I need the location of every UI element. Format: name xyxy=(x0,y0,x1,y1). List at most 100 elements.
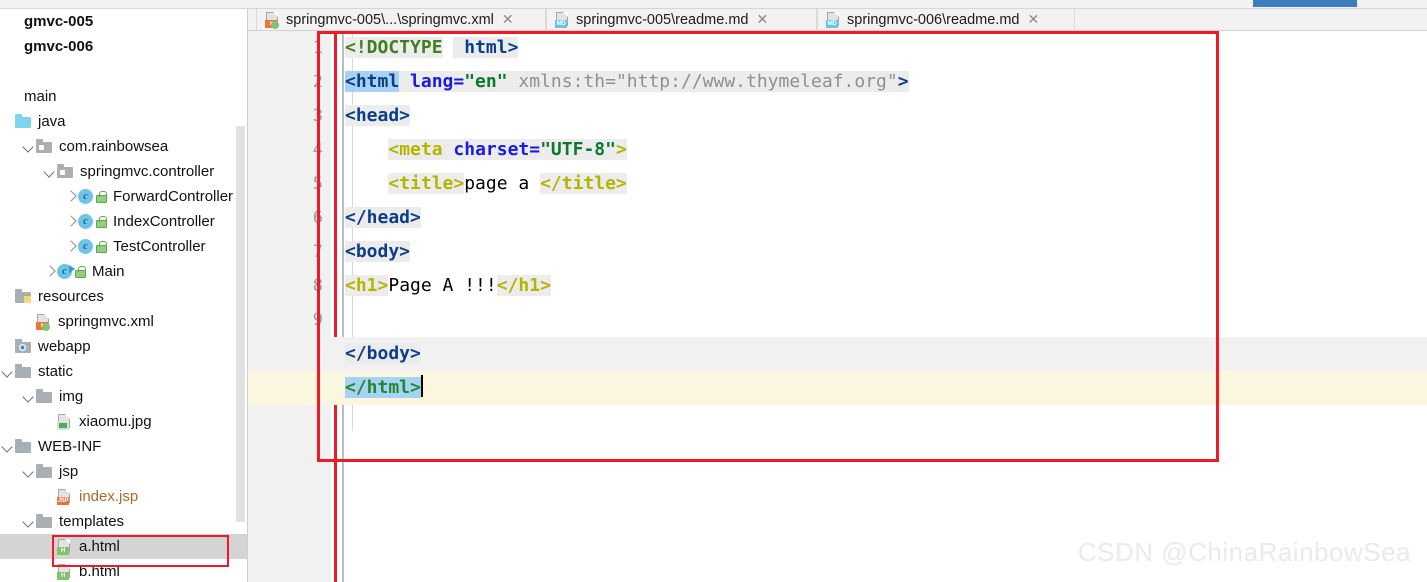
tree-item-label: Main xyxy=(92,263,125,280)
editor-tab-2[interactable]: MD springmvc-006\readme.md ✕ xyxy=(817,9,1075,31)
sidebar-scrollbar[interactable] xyxy=(236,126,245,522)
tree-item-label: ForwardController xyxy=(113,188,234,205)
tree-item-indexcontroller[interactable]: c IndexController xyxy=(0,209,248,234)
code-line-text: </body> xyxy=(345,343,421,364)
project-tree-panel[interactable]: gmvc-005 gmvc-006 main java com.rainbowsea sp… xyxy=(0,9,248,582)
tree-item-webapp[interactable]: webapp xyxy=(0,334,248,359)
jsp-file-icon: JSP xyxy=(57,488,72,505)
code-line-text: <html lang="en" xmlns:th="http://www.thy… xyxy=(345,71,909,92)
tree-item-index-jsp[interactable]: JSP index.jsp xyxy=(0,484,248,509)
tree-item-blank[interactable] xyxy=(0,59,248,84)
tree-item-label: webapp xyxy=(38,338,91,355)
tree-item-gmvc-006[interactable]: gmvc-006 xyxy=(0,34,248,59)
tree-item-web-inf[interactable]: WEB-INF xyxy=(0,434,248,459)
tree-item-label: static xyxy=(38,363,74,380)
tree-item-main[interactable]: main xyxy=(0,84,248,109)
top-progress-indicator[interactable] xyxy=(1253,0,1357,7)
chevron-right-icon[interactable] xyxy=(65,240,78,253)
chevron-down-icon[interactable] xyxy=(2,365,15,378)
folder-icon xyxy=(36,514,52,528)
tree-item-jsp[interactable]: jsp xyxy=(0,459,248,484)
tree-item-a-html[interactable]: Ha.html xyxy=(0,534,248,559)
tab-close-icon[interactable]: ✕ xyxy=(1027,13,1039,27)
tree-item-b-html[interactable]: Hb.html xyxy=(0,559,248,582)
code-line-9[interactable] xyxy=(248,303,1427,337)
tree-item-java[interactable]: java xyxy=(0,109,248,134)
folder-icon xyxy=(36,389,52,403)
java-class-icon: c xyxy=(78,189,93,204)
ide-window: gmvc-005 gmvc-006 main java com.rainbowsea sp… xyxy=(0,0,1427,582)
xml-file-icon: x xyxy=(36,313,51,331)
md-file-icon: MD xyxy=(555,12,570,28)
package-icon xyxy=(36,139,52,153)
code-line-10[interactable]: </body> xyxy=(248,337,1427,371)
tree-item-static[interactable]: static xyxy=(0,359,248,384)
resources-folder-icon xyxy=(15,289,31,303)
tree-item-forwardcontroller[interactable]: c ForwardController xyxy=(0,184,248,209)
tab-close-icon[interactable]: ✕ xyxy=(756,13,768,27)
chevron-right-icon[interactable] xyxy=(44,265,57,278)
source-folder-icon xyxy=(15,114,31,128)
tab-label: springmvc-005\...\springmvc.xml xyxy=(286,12,494,28)
editor-tab-bar[interactable]: x springmvc-005\...\springmvc.xml ✕ MD sprin… xyxy=(248,9,1427,31)
image-file-icon xyxy=(57,413,72,430)
chevron-down-icon[interactable] xyxy=(23,140,36,153)
tree-item-label: jsp xyxy=(59,463,79,480)
chevron-down-icon[interactable] xyxy=(2,440,15,453)
code-line-7[interactable]: <body> xyxy=(248,235,1427,269)
tree-item-label: springmvc.xml xyxy=(58,313,154,330)
tree-item-resources[interactable]: resources xyxy=(0,284,248,309)
editor-tab-1[interactable]: MD springmvc-005\readme.md ✕ xyxy=(546,9,817,31)
code-lines[interactable]: <!DOCTYPE html> <html lang="en" xmlns:th=… xyxy=(248,31,1427,582)
code-line-text: <meta charset="UTF-8"> xyxy=(388,139,627,160)
code-line-2[interactable]: <html lang="en" xmlns:th="http://www.thy… xyxy=(248,65,1427,99)
code-line-3[interactable]: <head> xyxy=(248,99,1427,133)
tree-item-springmvc-xml[interactable]: x springmvc.xml xyxy=(0,309,248,334)
code-line-8[interactable]: <h1>Page A !!!</h1> xyxy=(248,269,1427,303)
chevron-down-icon[interactable] xyxy=(23,465,36,478)
chevron-right-icon[interactable] xyxy=(65,215,78,228)
runnable-class-icon: c xyxy=(57,264,75,279)
tree-item-img[interactable]: img xyxy=(0,384,248,409)
tree-item-com-rainbowsea[interactable]: com.rainbowsea xyxy=(0,134,248,159)
tree-item-label: gmvc-005 xyxy=(24,13,94,30)
java-class-icon: c xyxy=(78,214,93,229)
tree-item-springmvc-controller[interactable]: springmvc.controller xyxy=(0,159,248,184)
tree-item-gmvc-005[interactable]: gmvc-005 xyxy=(0,9,248,34)
chevron-down-icon[interactable] xyxy=(23,515,36,528)
folder-icon xyxy=(36,464,52,478)
code-line-6[interactable]: </head> xyxy=(248,201,1427,235)
folder-icon xyxy=(15,439,31,453)
tree-item-label: com.rainbowsea xyxy=(59,138,169,155)
code-editor[interactable]: 1234567891011 <!DOCTYPE html><html lang=… xyxy=(248,31,1427,582)
project-tree[interactable]: gmvc-005 gmvc-006 main java com.rainbowsea sp… xyxy=(0,9,248,582)
chevron-down-icon[interactable] xyxy=(23,390,36,403)
tree-item-xiaomu-jpg[interactable]: xiaomu.jpg xyxy=(0,409,248,434)
code-line-text: <head> xyxy=(345,105,411,126)
code-line-4[interactable]: <meta charset="UTF-8"> xyxy=(248,133,1427,167)
tree-item-label: index.jsp xyxy=(79,488,139,505)
html-file-icon: H xyxy=(57,538,72,555)
tree-item-label: java xyxy=(38,113,66,130)
tree-item-testcontroller[interactable]: c TestController xyxy=(0,234,248,259)
chevron-right-icon[interactable] xyxy=(65,190,78,203)
editor-tab-0[interactable]: x springmvc-005\...\springmvc.xml ✕ xyxy=(256,9,546,31)
public-lock-icon xyxy=(96,215,107,228)
tree-item-main[interactable]: c Main xyxy=(0,259,248,284)
code-line-1[interactable]: <!DOCTYPE html> xyxy=(248,31,1427,65)
code-line-11[interactable]: </html> xyxy=(248,371,1427,405)
tab-close-icon[interactable]: ✕ xyxy=(502,13,514,27)
tree-item-templates[interactable]: templates xyxy=(0,509,248,534)
code-line-text: <title>page a </title> xyxy=(388,173,627,194)
top-strip xyxy=(0,0,1427,9)
code-line-5[interactable]: <title>page a </title> xyxy=(248,167,1427,201)
public-lock-icon xyxy=(96,240,107,253)
tree-item-label: main xyxy=(24,88,57,105)
java-class-icon: c xyxy=(78,239,93,254)
tree-item-label: xiaomu.jpg xyxy=(79,413,152,430)
chevron-down-icon[interactable] xyxy=(44,165,57,178)
